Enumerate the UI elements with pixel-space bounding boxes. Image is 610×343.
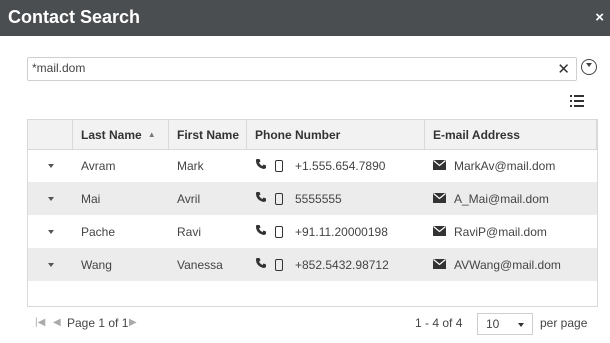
expand-icon[interactable] [581,59,597,75]
phone-number: 5555555 [295,191,342,206]
page-size-select[interactable]: 10 [477,313,533,335]
mobile-icon[interactable] [275,192,283,205]
phone-cell: +1.555.654.7890 [247,149,425,182]
mail-icon[interactable] [433,258,446,272]
column-header-email-address[interactable]: E-mail Address [425,120,597,149]
phone-icon[interactable] [255,191,269,206]
table-row[interactable]: Mai Avril 5555555 A_Mai@mail.dom [28,182,597,215]
table-row[interactable]: Pache Ravi +91.11.20000198 RaviP@mail.do… [28,215,597,248]
next-page-button[interactable]: ▶ [129,317,137,328]
table-row[interactable]: Avram Mark +1.555.654.7890 MarkAv@mail.d… [28,149,597,182]
last-name-cell: Wang [81,257,112,272]
contacts-table: Last Name ▲ First Name Phone Number E-ma… [27,119,598,307]
column-header-label: First Name [177,127,240,142]
phone-number: +1.555.654.7890 [295,158,386,173]
first-name-cell: Ravi [177,224,202,239]
email-cell: RaviP@mail.dom [425,215,597,248]
mobile-icon[interactable] [275,225,283,238]
caret-down-icon[interactable] [47,163,54,168]
mail-icon[interactable] [433,225,446,239]
search-input[interactable] [28,58,532,78]
last-name-cell: Pache [81,224,116,239]
mobile-icon[interactable] [275,258,283,271]
email-cell: A_Mai@mail.dom [425,182,597,215]
first-name-cell: Avril [177,191,201,206]
phone-cell: +91.11.20000198 [247,215,425,248]
first-page-button[interactable]: |◀ [35,317,45,328]
first-name-cell: Vanessa [177,257,223,272]
page-label: Page 1 of 1 [67,316,129,330]
caret-down-icon[interactable] [47,229,54,234]
list-view-icon[interactable] [570,94,584,112]
last-name-cell: Avram [81,158,116,173]
email-address: RaviP@mail.dom [454,224,547,239]
column-header-label: Phone Number [255,127,341,142]
last-name-cell: Mai [81,191,101,206]
first-name-cell: Mark [177,158,204,173]
caret-down-icon[interactable] [47,196,54,201]
phone-icon[interactable] [255,257,269,272]
phone-icon[interactable] [255,224,269,239]
column-header-label: Last Name [81,127,142,142]
phone-number: +852.5432.98712 [295,257,389,272]
pagination-bar: |◀ ◀ Page 1 of 1 ▶ 1 - 4 of 4 10 per pag… [27,313,598,335]
phone-number: +91.11.20000198 [295,224,388,239]
title-bar: Contact Search × [0,0,610,36]
column-header-label: E-mail Address [433,127,520,142]
phone-icon[interactable] [255,158,269,173]
prev-page-button[interactable]: ◀ [53,317,61,328]
close-icon[interactable]: × [595,9,604,26]
table-header: Last Name ▲ First Name Phone Number E-ma… [28,120,597,150]
email-cell: MarkAv@mail.dom [425,149,597,182]
column-header-last-name[interactable]: Last Name ▲ [73,120,169,149]
page-size-value: 10 [486,317,500,331]
caret-down-icon[interactable] [47,262,54,267]
chevron-down-icon [518,323,524,327]
email-address: MarkAv@mail.dom [454,158,556,173]
email-address: AVWang@mail.dom [454,257,561,272]
email-address: A_Mai@mail.dom [454,191,549,206]
mail-icon[interactable] [433,159,446,173]
expand-column-header [28,120,73,149]
email-cell: AVWang@mail.dom [425,248,597,281]
sort-asc-icon: ▲ [147,130,156,139]
phone-cell: 5555555 [247,182,425,215]
phone-cell: +852.5432.98712 [247,248,425,281]
table-row[interactable]: Wang Vanessa +852.5432.98712 AVWang@mail… [28,248,597,281]
per-page-label: per page [540,316,588,330]
window-title: Contact Search [8,7,141,27]
record-count: 1 - 4 of 4 [415,316,463,330]
column-header-first-name[interactable]: First Name [169,120,247,149]
column-header-phone-number[interactable]: Phone Number [247,120,425,149]
clear-icon[interactable]: ✕ [557,60,570,78]
mail-icon[interactable] [433,192,446,206]
search-field[interactable]: ✕ [27,57,577,81]
mobile-icon[interactable] [275,159,283,172]
